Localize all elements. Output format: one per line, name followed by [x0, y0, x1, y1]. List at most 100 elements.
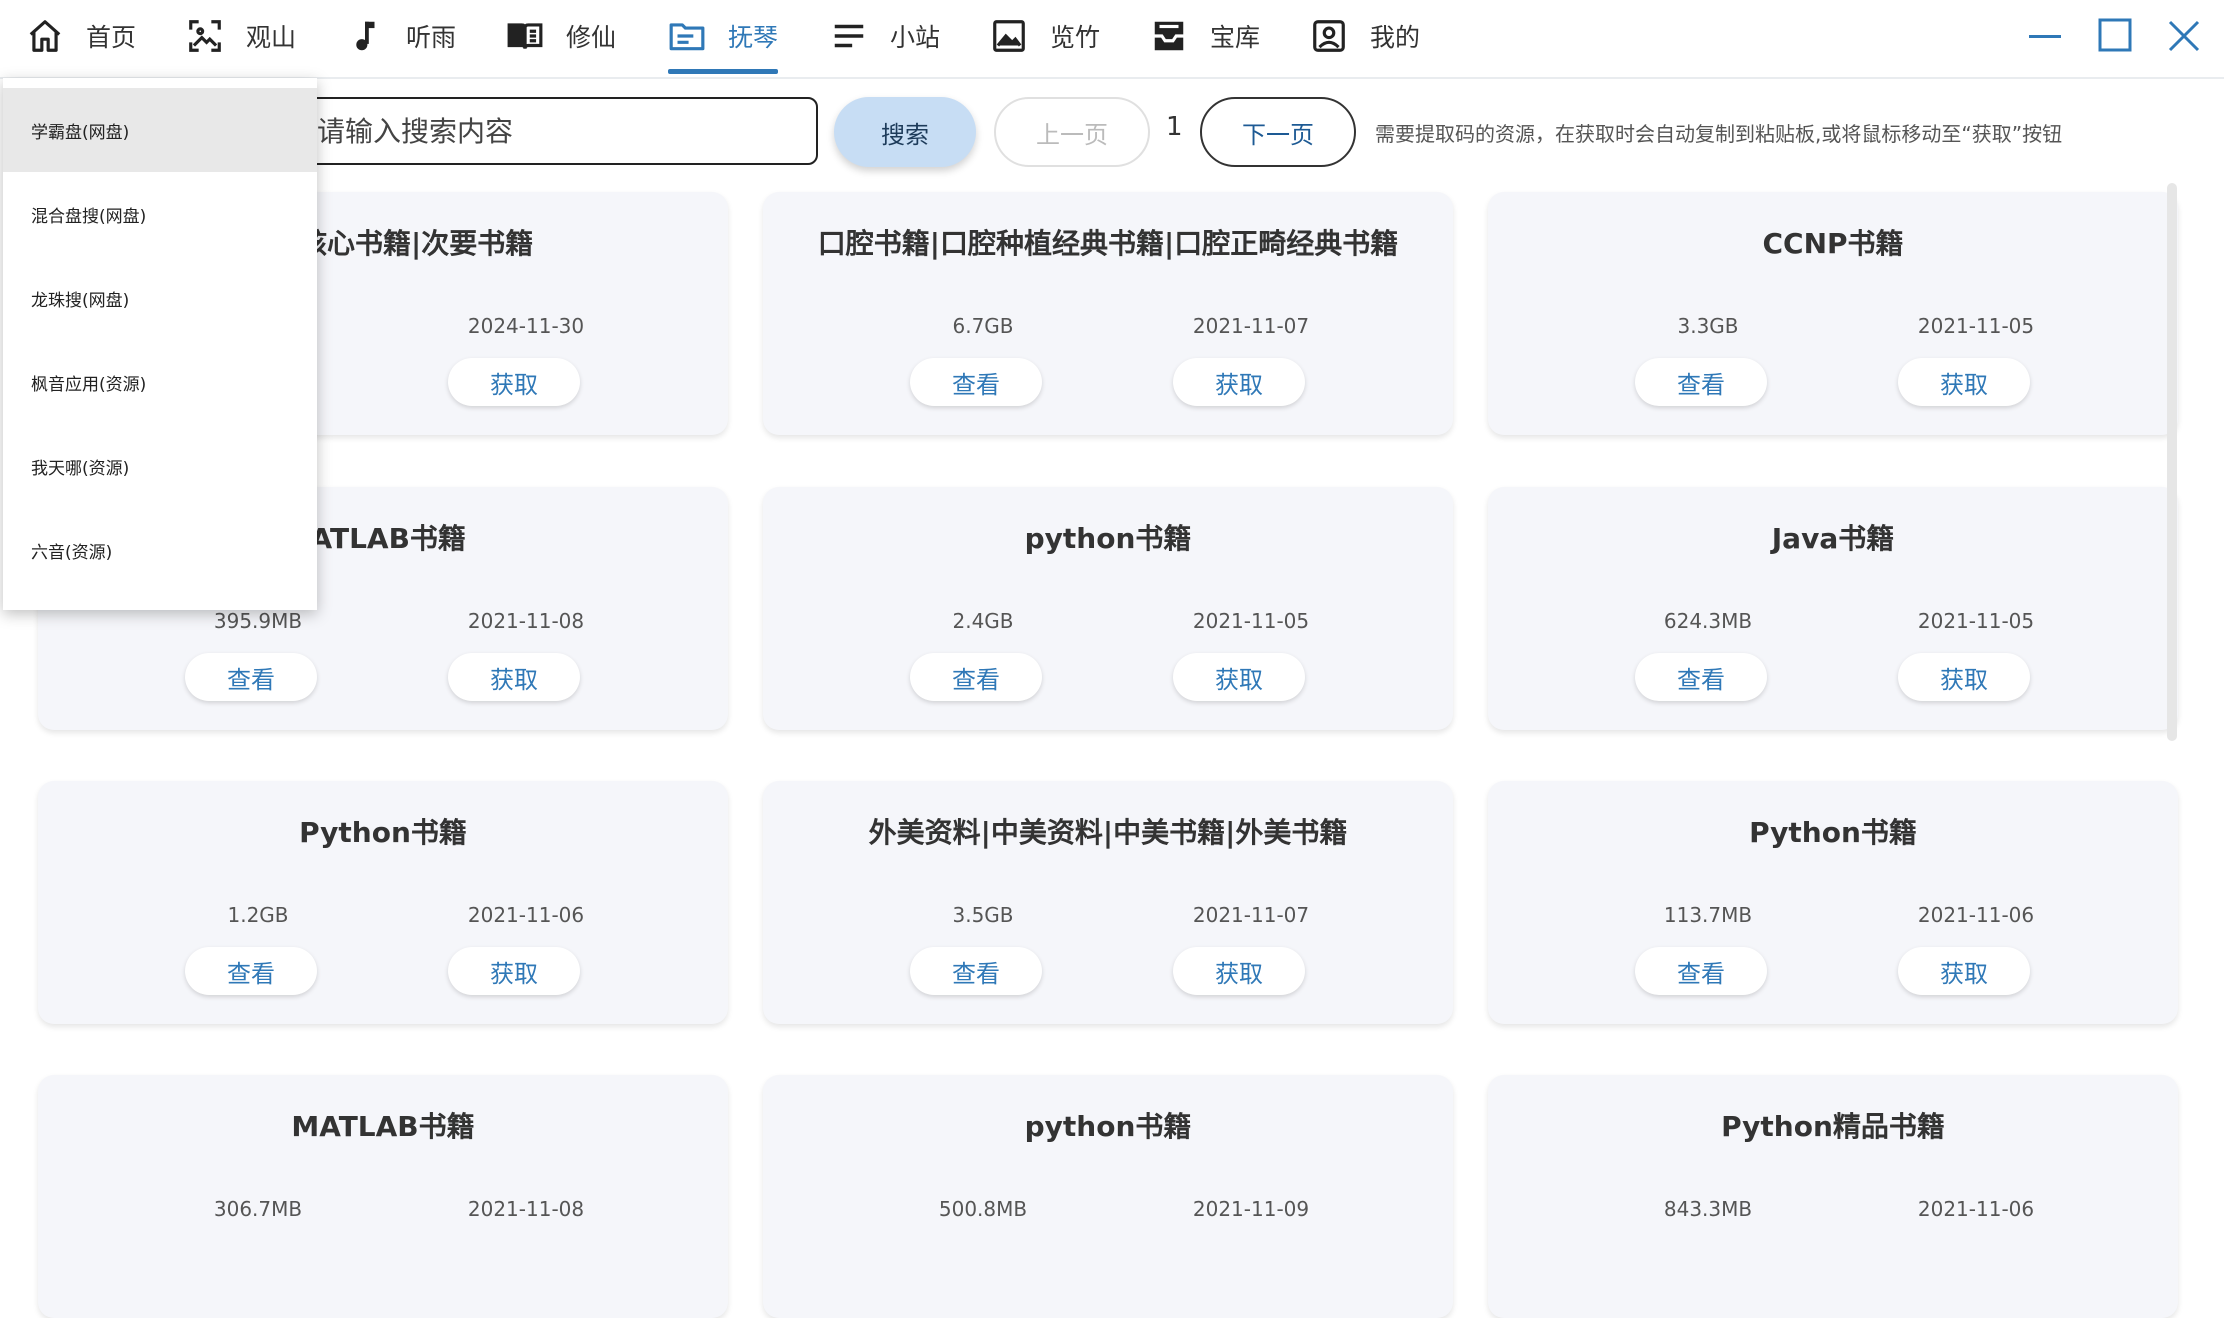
- dropdown-option[interactable]: 龙珠搜(网盘): [3, 256, 317, 340]
- card-date: 2021-11-08: [467, 609, 585, 633]
- prev-page-button[interactable]: 上一页: [994, 97, 1150, 167]
- card-title: Python书籍: [1749, 816, 1917, 849]
- resource-card: MATLAB书籍 306.7MB 2021-11-08: [38, 1075, 728, 1318]
- card-date: 2021-11-07: [1192, 903, 1310, 927]
- get-button[interactable]: 获取: [448, 653, 580, 701]
- top-nav-bar: 首页 观山 听雨 修仙 抚琴 小站 览竹 宝库 我的: [0, 0, 2224, 79]
- page-number: 1: [1166, 112, 1183, 142]
- card-title: MATLAB书籍: [291, 1110, 475, 1143]
- home-icon: [29, 20, 61, 52]
- card-date: 2021-11-05: [1917, 609, 2035, 633]
- card-title: 外美资料|中美资料|中美书籍|外美书籍: [868, 816, 1348, 849]
- get-button[interactable]: 获取: [1173, 653, 1305, 701]
- get-button[interactable]: 获取: [1898, 947, 2030, 995]
- get-button[interactable]: 获取: [448, 947, 580, 995]
- resource-card: python书籍 2.4GB 2021-11-05 查看 获取: [763, 487, 1453, 730]
- card-size: 306.7MB: [213, 1197, 303, 1221]
- view-button[interactable]: 查看: [910, 653, 1042, 701]
- card-date: 2021-11-07: [1192, 314, 1310, 338]
- dropdown-option[interactable]: 混合盘搜(网盘): [3, 172, 317, 256]
- view-button[interactable]: 查看: [1635, 358, 1767, 406]
- nav-item-baoku[interactable]: 宝库: [1150, 0, 1260, 72]
- minimize-button[interactable]: [2024, 14, 2068, 58]
- picture-icon: [993, 20, 1025, 52]
- resource-card: CCNP书籍 3.3GB 2021-11-05 查看 获取: [1488, 192, 2178, 435]
- nav-item-home[interactable]: 首页: [26, 0, 136, 72]
- nav-item-lanzhu[interactable]: 览竹: [990, 0, 1100, 72]
- nav-item-tingyu[interactable]: 听雨: [346, 0, 456, 72]
- card-title: CCNP书籍: [1762, 227, 1904, 260]
- source-dropdown-menu: 学霸盘(网盘) 混合盘搜(网盘) 龙珠搜(网盘) 枫音应用(资源) 我天哪(资源) 六音(…: [3, 78, 317, 610]
- card-title: python书籍: [1024, 1110, 1192, 1143]
- book-icon: [507, 23, 543, 49]
- card-size: 2.4GB: [952, 609, 1014, 633]
- get-button[interactable]: 获取: [1898, 653, 2030, 701]
- close-icon: [2168, 20, 2200, 52]
- nav-item-fuqin[interactable]: 抚琴: [668, 0, 779, 74]
- get-button[interactable]: 获取: [1898, 358, 2030, 406]
- dropdown-option[interactable]: 枫音应用(资源): [3, 340, 317, 424]
- card-title: Java书籍: [1771, 522, 1895, 555]
- dropdown-option[interactable]: 我天哪(资源): [3, 424, 317, 508]
- view-button[interactable]: 查看: [185, 947, 317, 995]
- card-date: 2021-11-05: [1917, 314, 2035, 338]
- view-button[interactable]: 查看: [910, 358, 1042, 406]
- card-date: 2021-11-09: [1192, 1197, 1310, 1221]
- nav-label: 抚琴: [728, 23, 779, 52]
- nav-label: 首页: [86, 23, 137, 52]
- card-size: 6.7GB: [952, 314, 1014, 338]
- card-date: 2024-11-30: [467, 314, 585, 338]
- card-size: 3.3GB: [1677, 314, 1739, 338]
- user-badge-icon: [1313, 20, 1345, 52]
- folder-list-icon: [669, 23, 705, 51]
- view-button[interactable]: 查看: [1635, 653, 1767, 701]
- card-date: 2021-11-08: [467, 1197, 585, 1221]
- get-button[interactable]: 获取: [448, 358, 580, 406]
- maximize-button[interactable]: [2094, 14, 2138, 58]
- nav-item-wode[interactable]: 我的: [1310, 0, 1420, 72]
- nav-item-xiaozhan[interactable]: 小站: [830, 0, 940, 72]
- nav-label: 听雨: [406, 23, 457, 52]
- close-button[interactable]: [2162, 14, 2206, 58]
- inbox-icon: [1154, 21, 1184, 51]
- card-size: 113.7MB: [1663, 903, 1753, 927]
- dropdown-option[interactable]: 六音(资源): [3, 508, 317, 592]
- nav-item-guanshan[interactable]: 观山: [186, 0, 296, 72]
- image-frame-icon: [189, 20, 221, 52]
- card-date: 2021-11-06: [467, 903, 585, 927]
- card-size: 500.8MB: [938, 1197, 1028, 1221]
- resource-card: 口腔书籍|口腔种植经典书籍|口腔正畸经典书籍 6.7GB 2021-11-07 查看 获…: [763, 192, 1453, 435]
- resource-card: Python书籍 1.2GB 2021-11-06 查看 获取: [38, 781, 728, 1024]
- card-title: Python书籍: [299, 816, 467, 849]
- card-date: 2021-11-06: [1917, 1197, 2035, 1221]
- card-date: 2021-11-06: [1917, 903, 2035, 927]
- search-button[interactable]: 搜索: [834, 97, 976, 167]
- nav-label: 修仙: [566, 23, 617, 52]
- nav-label: 我的: [1370, 23, 1421, 52]
- card-title: python书籍: [1024, 522, 1192, 555]
- nav-item-xiuxian[interactable]: 修仙: [506, 0, 616, 72]
- resource-card: python书籍 500.8MB 2021-11-09: [763, 1075, 1453, 1318]
- get-button[interactable]: 获取: [1173, 358, 1305, 406]
- nav-label: 宝库: [1210, 23, 1261, 52]
- music-note-icon: [356, 21, 375, 51]
- minimize-icon: [2029, 35, 2061, 38]
- next-page-button[interactable]: 下一页: [1200, 97, 1356, 167]
- view-button[interactable]: 查看: [1635, 947, 1767, 995]
- nav-label: 小站: [890, 23, 941, 52]
- card-size: 843.3MB: [1663, 1197, 1753, 1221]
- resource-card: Java书籍 624.3MB 2021-11-05 查看 获取: [1488, 487, 2178, 730]
- view-button[interactable]: 查看: [910, 947, 1042, 995]
- card-date: 2021-11-05: [1192, 609, 1310, 633]
- resource-card: Python书籍 113.7MB 2021-11-06 查看 获取: [1488, 781, 2178, 1024]
- get-button[interactable]: 获取: [1173, 947, 1305, 995]
- menu-lines-icon: [834, 24, 864, 48]
- dropdown-option[interactable]: 学霸盘(网盘): [3, 88, 317, 172]
- scrollbar[interactable]: [2167, 183, 2177, 741]
- resource-card: Python精品书籍 843.3MB 2021-11-06: [1488, 1075, 2178, 1318]
- view-button[interactable]: 查看: [185, 653, 317, 701]
- search-input[interactable]: [287, 99, 816, 163]
- card-size: 1.2GB: [227, 903, 289, 927]
- card-size: 624.3MB: [1663, 609, 1753, 633]
- card-title: Python精品书籍: [1721, 1110, 1945, 1143]
